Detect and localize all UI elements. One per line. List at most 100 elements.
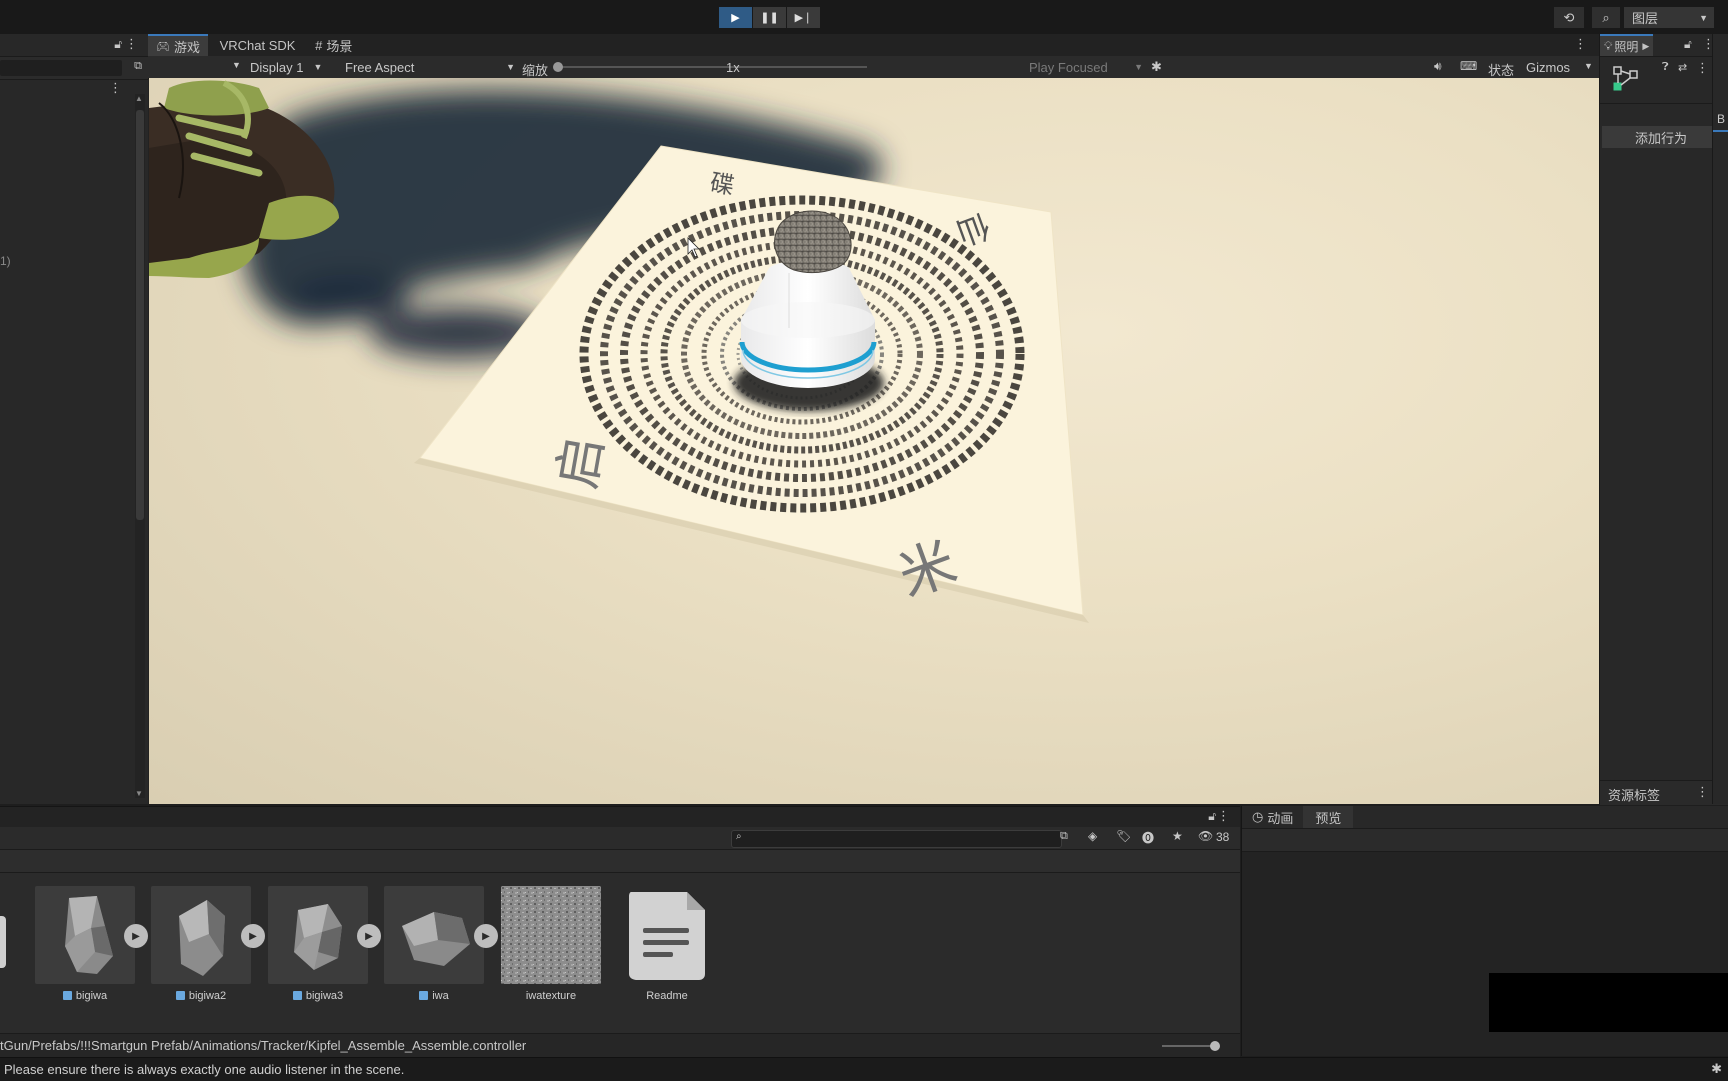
partial-tab-indicator: [1713, 130, 1728, 132]
project-search-input[interactable]: ⌕: [731, 830, 1062, 848]
scale-slider-handle[interactable]: [553, 62, 563, 72]
filter-by-type-icon[interactable]: ◈: [1088, 829, 1097, 843]
tab-scene[interactable]: # 场景: [307, 34, 360, 56]
tab-lighting-label: 照明: [1614, 39, 1639, 54]
add-behaviour-button[interactable]: 添加行为: [1602, 126, 1720, 148]
asset-labels-label: 资源标签: [1608, 788, 1661, 803]
speaker-icon[interactable]: 🔊︎: [1434, 59, 1442, 74]
hierarchy-partial-text: 1): [0, 254, 11, 268]
chevron-down-icon: ▼: [506, 62, 515, 72]
aspect-label: Free Aspect: [345, 59, 415, 75]
play-button[interactable]: ▶: [719, 7, 752, 28]
animation-panel: ◷ 动画 预览: [1241, 806, 1728, 1056]
pause-button[interactable]: ❚❚: [753, 7, 786, 28]
prefab-icon: [175, 991, 185, 1000]
asset-item-bigiwa2[interactable]: bigiwa2: [151, 886, 251, 1002]
help-icon[interactable]: ❓︎: [1662, 61, 1669, 74]
lock-icon[interactable]: 🔓︎: [1684, 37, 1692, 52]
more-options-icon[interactable]: ⋮: [1574, 36, 1587, 52]
game-viewport[interactable]: 碟 仙 启 米: [149, 78, 1599, 804]
expand-prefab-button[interactable]: ▶: [124, 924, 148, 948]
tab-game[interactable]: 🎮︎ 游戏: [148, 34, 208, 56]
step-button[interactable]: ▶❘: [787, 7, 820, 28]
game-view-type-dropdown[interactable]: ▼: [232, 60, 241, 70]
bug-icon[interactable]: ✱: [1151, 59, 1162, 75]
gizmos-button[interactable]: Gizmos: [1526, 60, 1570, 75]
asset-thumbnail: [151, 886, 251, 984]
layers-label: 图层: [1632, 11, 1659, 26]
hierarchy-search-input[interactable]: [0, 60, 122, 76]
more-options-icon[interactable]: ⋮: [1696, 784, 1709, 800]
lock-icon[interactable]: 🔓︎: [1208, 809, 1216, 824]
search-button[interactable]: ⌕: [1592, 7, 1620, 28]
asset-item-bigiwa3[interactable]: bigiwa3: [268, 886, 368, 1002]
asset-item-iwa[interactable]: iwa: [384, 886, 484, 1002]
history-icon: ⟲: [1563, 9, 1575, 25]
expand-prefab-button[interactable]: ▶: [474, 924, 498, 948]
filter-by-label-icon[interactable]: 🏷︎: [1116, 829, 1131, 843]
hierarchy-scrollbar[interactable]: ▲ ▼: [135, 94, 145, 798]
icon-size-slider-handle[interactable]: [1210, 1041, 1220, 1051]
lock-icon[interactable]: 🔓︎: [114, 37, 122, 52]
scale-label: 缩放: [522, 63, 549, 78]
expand-prefab-button[interactable]: ▶: [357, 924, 381, 948]
bug-icon[interactable]: ✱: [1711, 1061, 1722, 1077]
layers-dropdown[interactable]: 图层 ▼: [1624, 7, 1714, 28]
tab-lighting[interactable]: 💡︎ 照明 ▶: [1600, 34, 1654, 56]
pause-icon: ❚❚: [760, 12, 779, 24]
scale-value: 1x: [726, 60, 740, 75]
asset-labels-bar: 资源标签 ⋮: [1600, 780, 1728, 805]
animation-toolbar: [1242, 829, 1728, 852]
play-icon: ▶: [731, 12, 740, 24]
chevron-down-icon[interactable]: ▼: [1584, 61, 1593, 71]
chevron-down-icon: ▼: [313, 62, 323, 72]
inspector-panel: 💡︎ 照明 ▶ 🔓︎ ⋮ ❓︎ ⇄ ⋮ 添加行为 资源标签 ⋮: [1599, 34, 1728, 805]
log-icon[interactable]: ⓿: [1142, 829, 1154, 846]
status-message[interactable]: Please ensure there is always exactly on…: [4, 1062, 404, 1077]
rock-object: [774, 210, 852, 274]
presets-icon[interactable]: ⇄: [1678, 61, 1687, 74]
prefab-icon: [62, 991, 72, 1000]
partial-tab-label: B: [1717, 112, 1726, 126]
asset-item-iwatexture[interactable]: iwatexture: [501, 886, 601, 1002]
asset-thumbnail: [384, 886, 484, 984]
asset-thumbnail: [501, 886, 601, 984]
play-mode-dropdown[interactable]: Play Focused ▼: [1029, 56, 1143, 78]
keyboard-icon[interactable]: ⌨: [1460, 59, 1477, 73]
more-options-icon[interactable]: ⋮: [1217, 808, 1230, 824]
scene-render: 碟 仙 启 米: [149, 80, 1089, 623]
scale-slider-track[interactable]: [553, 62, 867, 72]
rock-mesh-thumbnail: [402, 912, 470, 966]
play-mode-label: Play Focused: [1029, 59, 1108, 75]
search-filter-icon[interactable]: ⧉: [134, 60, 142, 73]
asset-label: Readme: [646, 990, 688, 1002]
history-button[interactable]: ⟲: [1554, 7, 1584, 28]
tab-preview[interactable]: 预览: [1303, 806, 1354, 828]
tab-vrchat-sdk[interactable]: VRChat SDK: [212, 34, 304, 56]
asset-label: iwa: [384, 990, 484, 1002]
stats-button[interactable]: 状态: [1488, 60, 1514, 79]
more-options-icon[interactable]: ⋮: [109, 80, 122, 96]
rock-mesh-thumbnail: [179, 900, 225, 976]
tab-animation[interactable]: ◷ 动画: [1242, 806, 1303, 828]
hierarchy-tabbar: 🔓︎ ⋮: [0, 34, 148, 57]
search-by-type-icon[interactable]: ⧉: [1060, 830, 1068, 843]
scroll-up-icon[interactable]: ▲: [135, 94, 143, 103]
expand-prefab-button[interactable]: ▶: [241, 924, 265, 948]
aspect-dropdown[interactable]: Free Aspect ▼: [345, 56, 515, 78]
hierarchy-scroll-thumb[interactable]: [136, 110, 144, 520]
partial-asset-thumb[interactable]: [0, 916, 6, 968]
play-icon: ▶: [365, 930, 373, 942]
game-view-toolbar: ▼ Display 1 ▼ Free Aspect ▼ 缩放 1x Play F…: [148, 56, 1599, 79]
icon-size-slider-track[interactable]: [1162, 1041, 1220, 1051]
more-options-icon[interactable]: ⋮: [1696, 60, 1709, 76]
asset-item-bigiwa[interactable]: bigiwa: [35, 886, 135, 1002]
hidden-packages-icon[interactable]: 👁︎: [1198, 829, 1213, 843]
more-options-icon[interactable]: ⋮: [125, 36, 138, 52]
asset-item-readme[interactable]: Readme: [617, 886, 717, 1002]
gamepad-icon: 🎮︎: [156, 40, 170, 53]
favorite-icon[interactable]: ★: [1172, 829, 1183, 843]
prefab-icon: [292, 991, 302, 1000]
scroll-down-icon[interactable]: ▼: [135, 789, 143, 798]
display-dropdown[interactable]: Display 1 ▼: [250, 56, 322, 78]
